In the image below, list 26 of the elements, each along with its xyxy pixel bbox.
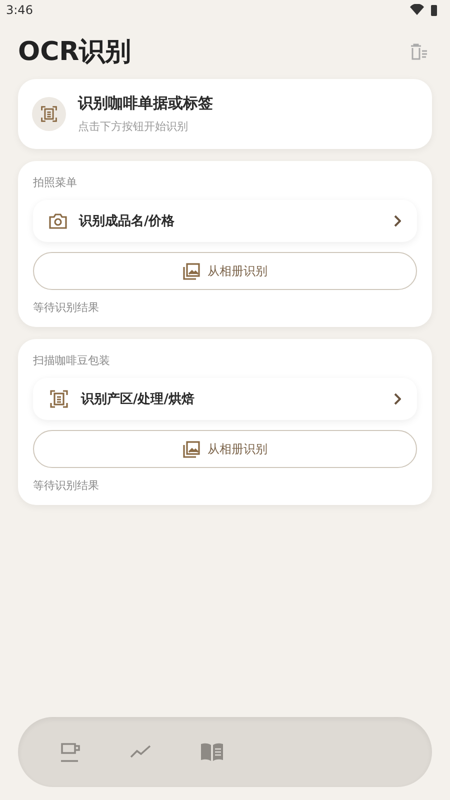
gallery-icon — [182, 262, 200, 280]
status-time: 3:46 — [6, 3, 33, 17]
camera-icon — [49, 213, 67, 229]
clear-list-icon[interactable] — [410, 42, 428, 60]
page-title: OCR识别 — [18, 36, 132, 69]
scan-icon — [49, 389, 69, 409]
album-button[interactable]: 从相册识别 — [33, 252, 417, 290]
cup-icon[interactable] — [60, 741, 82, 763]
section-label: 扫描咖啡豆包装 — [33, 353, 111, 368]
album-button[interactable]: 从相册识别 — [33, 430, 417, 468]
status-icons — [410, 4, 440, 16]
recognize-row[interactable]: 识别产区/处理/烘焙 — [33, 378, 417, 420]
row-label: 识别产区/处理/烘焙 — [81, 390, 196, 408]
book-icon[interactable] — [200, 742, 224, 762]
scan-icon — [40, 105, 58, 123]
intro-title: 识别咖啡单据或标签 — [78, 94, 213, 113]
chevron-right-icon — [393, 215, 401, 227]
trend-icon[interactable] — [130, 745, 152, 759]
recognize-row[interactable]: 识别成品名/价格 — [33, 200, 417, 242]
intro-subtitle: 点击下方按钮开始识别 — [78, 119, 189, 134]
result-status: 等待识别结果 — [33, 478, 100, 493]
gallery-icon — [182, 440, 200, 458]
section-label: 拍照菜单 — [33, 175, 78, 190]
result-status: 等待识别结果 — [33, 300, 100, 315]
row-label: 识别成品名/价格 — [79, 213, 176, 230]
chevron-right-icon — [393, 393, 401, 405]
